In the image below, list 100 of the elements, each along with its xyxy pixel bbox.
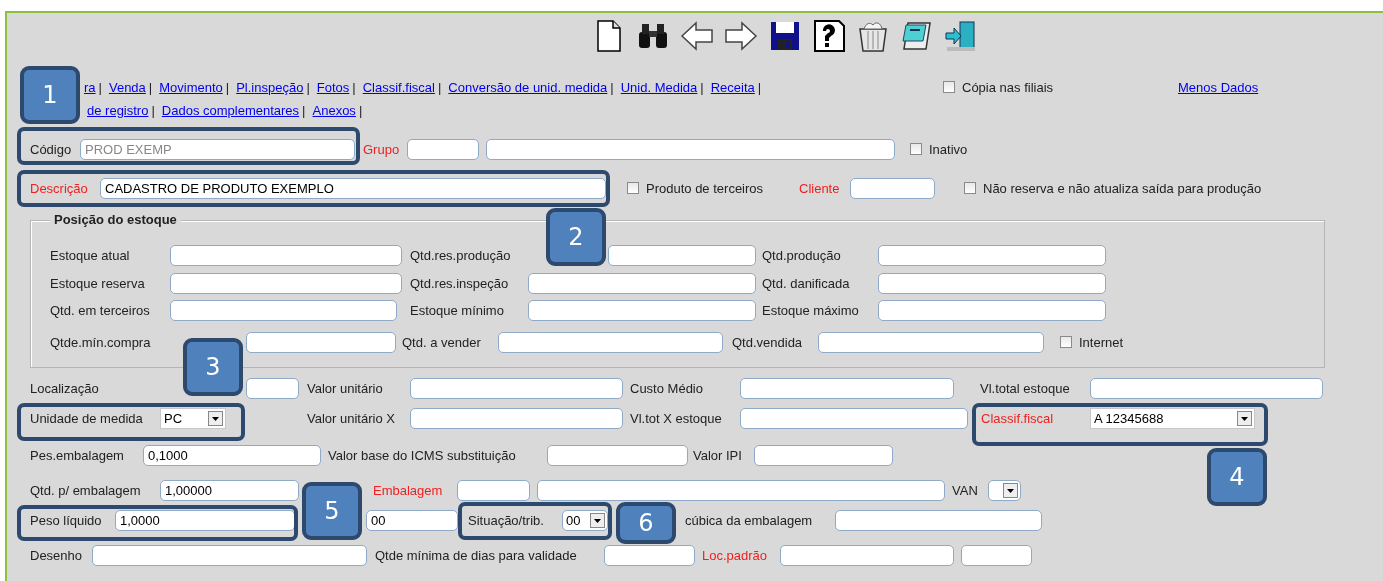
dropdown[interactable]: A 12345688	[1090, 407, 1255, 429]
exit-door-icon[interactable]	[944, 19, 978, 53]
link-separator: |	[700, 79, 704, 95]
caret-icon[interactable]	[208, 410, 223, 426]
checkbox-label: Produto de terceiros	[646, 180, 764, 196]
checkbox[interactable]	[910, 143, 922, 155]
right-arrow-icon[interactable]	[724, 19, 758, 53]
trash-icon[interactable]	[856, 19, 890, 53]
input-field[interactable]	[537, 479, 945, 501]
input-field[interactable]	[498, 331, 723, 353]
input-field[interactable]	[170, 272, 402, 294]
input-field[interactable]	[246, 377, 299, 399]
nav-link[interactable]: Conversão de unid. medida	[448, 79, 608, 95]
link-separator: |	[437, 79, 442, 95]
nav-link[interactable]: Unid. Medida	[620, 79, 698, 95]
link-separator: |	[757, 79, 762, 95]
group-legend: Posição do estoque	[50, 212, 181, 227]
checkbox[interactable]	[627, 182, 639, 194]
field-label: Loc.padrão	[702, 547, 768, 563]
notepad-icon[interactable]	[900, 19, 934, 53]
input-field[interactable]	[818, 331, 1044, 353]
input-field[interactable]	[92, 544, 367, 566]
nav-link[interactable]: Movimento	[159, 79, 223, 95]
input-field[interactable]: 00	[366, 509, 458, 531]
field-label: Qtd. a vender	[402, 334, 481, 350]
field-label: Situação/trib.	[468, 512, 544, 528]
field-label: Qtd. danificada	[762, 275, 850, 291]
link-separator: |	[306, 79, 310, 95]
caret-icon[interactable]	[1003, 482, 1018, 498]
field-label: Qtde.mín.compra	[50, 334, 151, 350]
link-separator: |	[148, 79, 153, 95]
input-field[interactable]	[608, 244, 756, 266]
dropdown[interactable]: PC	[160, 407, 226, 429]
save-icon[interactable]	[768, 19, 802, 53]
link-separator: |	[151, 102, 155, 118]
left-arrow-icon[interactable]	[680, 19, 714, 53]
help-icon[interactable]	[812, 19, 846, 53]
field-label: Qtd.res.inspeção	[410, 275, 509, 291]
input-field[interactable]	[961, 544, 1032, 566]
link-separator: |	[302, 102, 306, 118]
input-field[interactable]	[407, 138, 479, 160]
input-field[interactable]	[410, 407, 623, 429]
callout-badge: 2	[546, 208, 606, 266]
nav-link[interactable]: Classif.fiscal	[362, 79, 435, 95]
field-label: Valor unitário X	[307, 410, 395, 426]
input-field[interactable]	[604, 544, 695, 566]
input-field[interactable]	[486, 138, 895, 160]
input-field[interactable]: 1,00000	[160, 479, 299, 501]
input-field[interactable]	[1090, 377, 1323, 399]
nav-link[interactable]: Dados complementares	[161, 102, 300, 118]
input-field[interactable]	[780, 544, 954, 566]
input-field[interactable]: 1,0000	[115, 509, 295, 531]
input-field[interactable]	[528, 272, 756, 294]
input-field[interactable]: CADASTRO DE PRODUTO EXEMPLO	[100, 177, 606, 199]
field-label: Pes.embalagem	[30, 447, 124, 463]
dropdown[interactable]: 00	[562, 509, 608, 531]
callout-badge: 6	[616, 502, 676, 544]
field-label: Código	[30, 141, 72, 157]
checkbox[interactable]	[1060, 336, 1072, 348]
field-label: Peso líquido	[30, 512, 102, 528]
field-label: Estoque mínimo	[410, 302, 504, 318]
nav-link[interactable]: Venda	[108, 79, 146, 95]
nav-link[interactable]: Anexos	[312, 102, 356, 118]
caret-icon[interactable]	[590, 512, 605, 528]
callout-badge: 3	[183, 338, 243, 396]
nav-link[interactable]: de registro	[87, 102, 149, 118]
nav-link[interactable]: Fotos	[316, 79, 350, 95]
input-field[interactable]	[878, 244, 1106, 266]
field-label: Qtd.produção	[762, 247, 841, 263]
field-label: Vl.total estoque	[980, 380, 1070, 396]
checkbox[interactable]	[964, 182, 976, 194]
input-field[interactable]: 0,1000	[143, 444, 321, 466]
nav-link[interactable]: Receita	[710, 79, 755, 95]
input-field[interactable]	[740, 377, 954, 399]
checkbox[interactable]	[943, 81, 955, 93]
less-data-link[interactable]: Menos Dados	[1178, 79, 1259, 95]
field-label: Desenho	[30, 547, 83, 563]
input-field[interactable]	[246, 331, 396, 353]
input-field[interactable]	[547, 444, 688, 466]
input-field[interactable]	[457, 479, 530, 501]
input-field[interactable]	[170, 244, 402, 266]
input-field[interactable]	[850, 177, 935, 199]
field-label: Localização	[30, 380, 99, 396]
field-label: Unidade de medida	[30, 410, 143, 426]
input-field[interactable]	[410, 377, 623, 399]
field-label: Qtd.vendida	[732, 334, 803, 350]
caret-icon[interactable]	[1237, 410, 1252, 426]
link-separator: |	[98, 79, 102, 95]
nav-link[interactable]: Pl.inspeção	[236, 79, 304, 95]
checkbox-label: Internet	[1079, 334, 1124, 350]
checkbox-label: Inativo	[929, 141, 968, 157]
input-field[interactable]	[754, 444, 893, 466]
input-field[interactable]	[740, 407, 968, 429]
input-field[interactable]	[878, 272, 1106, 294]
input-field[interactable]	[528, 299, 756, 321]
input-field[interactable]	[170, 299, 397, 321]
input-field[interactable]	[878, 299, 1106, 321]
dropdown[interactable]	[988, 479, 1021, 501]
nav-link[interactable]: ra	[84, 79, 96, 95]
input-field[interactable]	[835, 509, 1042, 531]
